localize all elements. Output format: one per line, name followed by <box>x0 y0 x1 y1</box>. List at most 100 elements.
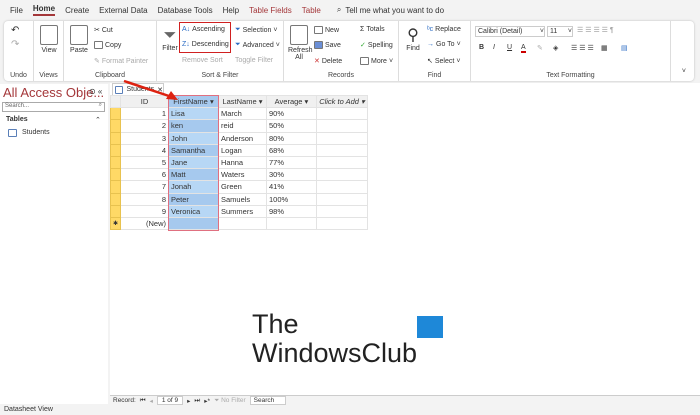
paste-button[interactable]: Paste <box>68 25 90 54</box>
table-row[interactable]: 2 ken reid 50% <box>110 119 368 133</box>
cell-empty[interactable] <box>316 192 368 206</box>
cell-lastname[interactable]: Summers <box>218 204 267 218</box>
nav-search-input[interactable]: Search... ⌕ <box>2 102 105 112</box>
undo-icon[interactable]: ↶ <box>11 25 19 36</box>
cell-lastname[interactable]: Waters <box>218 168 267 182</box>
select-button[interactable]: ↖ Select ˅ <box>427 57 460 66</box>
cut-button[interactable]: ✂ Cut <box>94 26 113 35</box>
cell-firstname[interactable]: Peter <box>168 192 219 206</box>
table-row[interactable]: 4 Samantha Logan 68% <box>110 143 368 157</box>
cell-firstname[interactable]: Lisa <box>168 107 219 121</box>
alternate-row-color-icon[interactable]: ▤ <box>621 44 628 52</box>
cell-average[interactable]: 50% <box>266 119 317 133</box>
cell-id[interactable]: 4 <box>120 143 169 157</box>
table-row[interactable]: 8 Peter Samuels 100% <box>110 192 368 206</box>
cell-firstname[interactable]: Jane <box>168 155 219 170</box>
row-selector[interactable] <box>110 180 121 194</box>
cell-average[interactable]: 90% <box>266 107 317 121</box>
cell-empty[interactable] <box>316 107 368 121</box>
row-selector[interactable] <box>110 155 121 170</box>
highlight-icon[interactable]: ✎ <box>537 44 543 52</box>
cell-empty[interactable] <box>316 143 368 157</box>
row-selector[interactable] <box>110 107 121 121</box>
column-header-average[interactable]: Average ▾ <box>266 94 317 109</box>
totals-button[interactable]: Σ Totals <box>360 26 385 33</box>
cell-average[interactable]: 98% <box>266 204 317 218</box>
redo-icon[interactable]: ↷ <box>11 39 19 50</box>
collapse-ribbon-icon[interactable]: ˅ <box>682 68 686 75</box>
table-row[interactable]: 5 Jane Hanna 77% <box>110 155 368 170</box>
cell-average[interactable]: 41% <box>266 180 317 194</box>
selection-button[interactable]: ⏷ Selection ˅ <box>235 26 278 34</box>
underline-button[interactable]: U <box>507 44 512 51</box>
font-select[interactable]: Calibri (Detail) ˅ <box>475 26 545 37</box>
copy-button[interactable]: Copy <box>94 41 121 49</box>
save-button[interactable]: Save <box>314 41 341 49</box>
tell-me-input[interactable]: Tell me what you want to do <box>345 6 444 15</box>
cell-firstname[interactable]: Veronica <box>168 204 219 218</box>
cell-id[interactable]: 2 <box>120 119 169 133</box>
row-selector[interactable] <box>110 192 121 206</box>
align-icons[interactable]: ☰ ☰ ☰ <box>571 44 594 52</box>
cell-id[interactable]: 8 <box>120 192 169 206</box>
cell-average[interactable]: 80% <box>266 131 317 145</box>
spelling-button[interactable]: ✓ Spelling <box>360 41 393 50</box>
view-button[interactable]: View <box>40 25 58 54</box>
collapse-icon[interactable]: ⌃ <box>95 116 101 124</box>
more-button[interactable]: More ˅ <box>360 57 393 65</box>
cell-empty[interactable] <box>316 155 368 170</box>
row-selector[interactable] <box>110 143 121 157</box>
column-header-click-to-add[interactable]: Click to Add ▾ <box>316 94 368 109</box>
no-filter-button[interactable]: ⏷ No Filter <box>214 397 246 405</box>
remove-sort-button[interactable]: Remove Sort <box>182 57 223 64</box>
menu-table[interactable]: Table <box>302 6 321 15</box>
row-selector[interactable] <box>110 204 121 218</box>
menu-external-data[interactable]: External Data <box>99 6 147 15</box>
cell-empty[interactable] <box>316 204 368 218</box>
cell-average[interactable] <box>266 216 317 231</box>
menu-database-tools[interactable]: Database Tools <box>158 6 213 15</box>
bold-button[interactable]: B <box>479 44 484 51</box>
new-record-row[interactable]: ✱ (New) <box>110 216 368 231</box>
prev-record-icon[interactable]: ◂ <box>150 397 153 405</box>
menu-create[interactable]: Create <box>65 6 89 15</box>
format-painter-button[interactable]: ✎ Format Painter <box>94 57 148 66</box>
select-all[interactable] <box>110 94 121 109</box>
cell-average[interactable]: 100% <box>266 192 317 206</box>
cell-id[interactable]: 5 <box>120 155 169 170</box>
row-selector[interactable] <box>110 119 121 133</box>
cell-empty[interactable] <box>316 168 368 182</box>
table-row[interactable]: 9 Veronica Summers 98% <box>110 204 368 218</box>
last-record-icon[interactable]: ⏭ <box>194 397 200 405</box>
cell-lastname[interactable]: Samuels <box>218 192 267 206</box>
list-icons[interactable]: ☰ ☰ ☰ ☰ ¶ <box>577 26 614 34</box>
first-record-icon[interactable]: ⏮ <box>140 397 146 405</box>
cell-id[interactable]: 6 <box>120 168 169 182</box>
cell-id[interactable]: 3 <box>120 131 169 145</box>
row-selector[interactable] <box>110 131 121 145</box>
table-row[interactable]: 1 Lisa March 90% <box>110 107 368 121</box>
table-row[interactable]: 6 Matt Waters 30% <box>110 168 368 182</box>
menu-file[interactable]: File <box>10 6 23 15</box>
find-button[interactable]: ⚲ Find <box>403 25 423 52</box>
goto-button[interactable]: → Go To ˅ <box>427 41 461 48</box>
delete-button[interactable]: ✕ Delete <box>314 57 342 66</box>
cell-id[interactable]: 1 <box>120 107 169 121</box>
cell-empty[interactable] <box>316 131 368 145</box>
cell-average[interactable]: 30% <box>266 168 317 182</box>
cell-average[interactable]: 68% <box>266 143 317 157</box>
fill-color-icon[interactable]: ◈ <box>553 44 558 52</box>
cell-empty[interactable] <box>316 119 368 133</box>
cell-firstname[interactable]: Samantha <box>168 143 219 157</box>
italic-button[interactable]: I <box>493 44 495 51</box>
cell-new[interactable]: (New) <box>120 216 169 231</box>
cell-empty[interactable] <box>316 216 368 231</box>
next-record-icon[interactable]: ▸ <box>187 397 190 405</box>
cell-firstname[interactable] <box>168 216 219 231</box>
cell-firstname[interactable]: ken <box>168 119 219 133</box>
column-header-lastname[interactable]: LastName ▾ <box>218 94 267 109</box>
row-selector[interactable] <box>110 168 121 182</box>
nav-section-tables[interactable]: Tables <box>6 116 28 123</box>
nav-menu-icon[interactable]: ⊙ « <box>89 87 102 96</box>
cell-lastname[interactable]: Logan <box>218 143 267 157</box>
